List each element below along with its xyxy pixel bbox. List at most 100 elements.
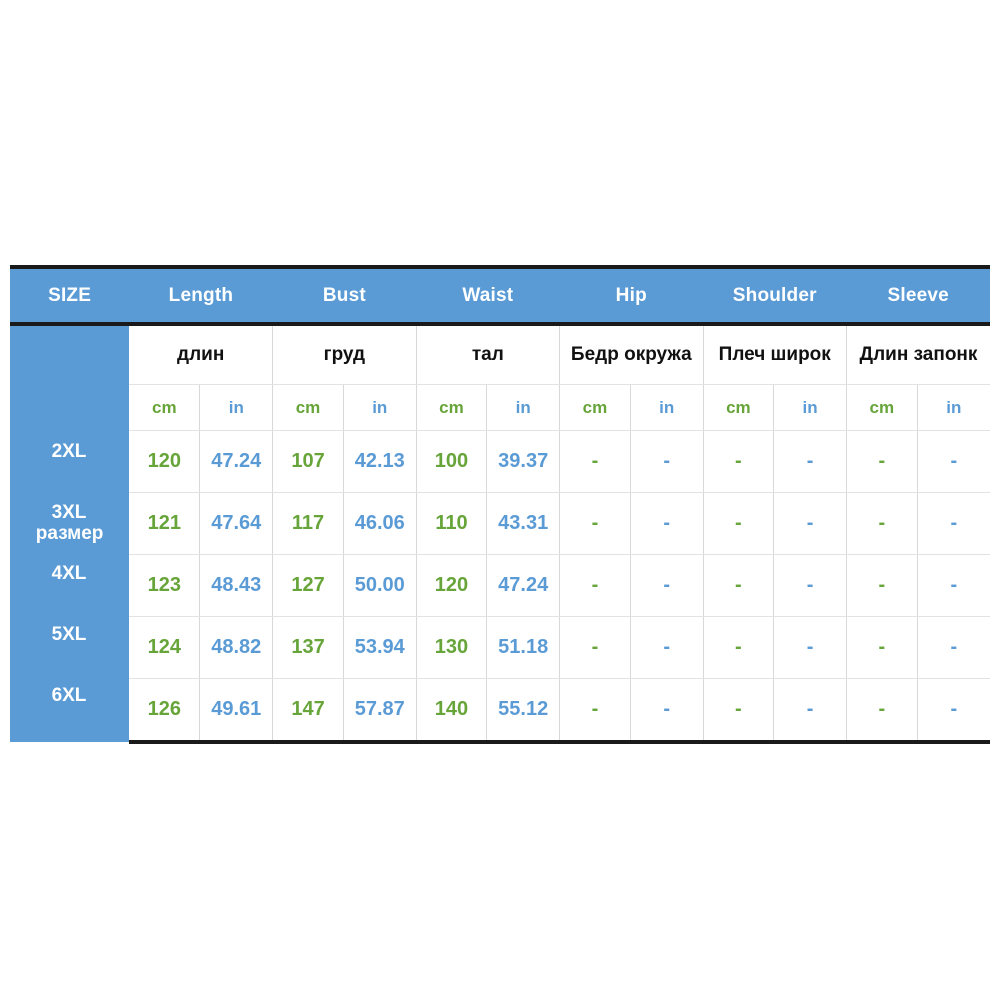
unit-cell-sleeve-in: in: [917, 384, 990, 431]
table-row: 126 49.61 147 57.87 140 55.12 - - - - - …: [10, 678, 990, 744]
cell-waist-cm: 130: [416, 616, 488, 679]
unit-cell-shoulder-in: in: [773, 384, 847, 431]
cell-waist-in: 39.37: [486, 430, 561, 493]
cell-shoulder-in: -: [773, 554, 847, 617]
cell-bust-in: 46.06: [343, 492, 417, 555]
cell-length-cm: 121: [129, 492, 201, 555]
cell-sleeve-cm: -: [846, 616, 918, 679]
cell-hip-cm: -: [559, 678, 631, 744]
size-label-6xl: 6XL: [51, 685, 87, 706]
size-chart-container: SIZE Length Bust Waist Hip Shoulder Slee…: [10, 265, 990, 744]
cell-length-cm: 126: [129, 678, 201, 744]
cell-sleeve-in: -: [917, 678, 990, 744]
cell-waist-cm: 110: [416, 492, 488, 555]
size-label-4xl: 4XL: [51, 563, 87, 584]
cell-sleeve-cm: -: [846, 430, 918, 493]
header-ru-waist: тал: [416, 324, 561, 385]
table-row: 120 47.24 107 42.13 100 39.37 - - - - - …: [10, 430, 990, 493]
header-size-label: SIZE: [10, 265, 130, 326]
cell-shoulder-in: -: [773, 492, 847, 555]
cell-bust-cm: 127: [272, 554, 344, 617]
cell-waist-in: 51.18: [486, 616, 561, 679]
header-ru-bust: груд: [272, 324, 417, 385]
header-ru-hip: Бедр окружа: [559, 324, 704, 385]
cell-length-in: 47.64: [199, 492, 274, 555]
cell-shoulder-in: -: [773, 616, 847, 679]
unit-cell-hip-cm: cm: [559, 384, 631, 431]
cell-waist-cm: 120: [416, 554, 488, 617]
header-measure-sleeve: Sleeve: [846, 265, 990, 326]
header-measure-hip: Hip: [559, 265, 704, 326]
cell-bust-cm: 137: [272, 616, 344, 679]
cell-shoulder-cm: -: [703, 492, 775, 555]
cell-hip-cm: -: [559, 616, 631, 679]
cell-length-cm: 123: [129, 554, 201, 617]
header-measure-shoulder: Shoulder: [703, 265, 847, 326]
header-ru-length: длин: [129, 324, 274, 385]
cell-hip-in: -: [630, 492, 704, 555]
unit-cell-hip-in: in: [630, 384, 704, 431]
cell-sleeve-in: -: [917, 616, 990, 679]
cell-shoulder-in: -: [773, 430, 847, 493]
cell-hip-cm: -: [559, 554, 631, 617]
cell-waist-in: 43.31: [486, 492, 561, 555]
table-row: 124 48.82 137 53.94 130 51.18 - - - - - …: [10, 616, 990, 679]
cell-length-cm: 124: [129, 616, 201, 679]
size-label-2xl: 2XL: [51, 441, 87, 462]
cell-length-in: 48.43: [199, 554, 274, 617]
cell-bust-in: 57.87: [343, 678, 417, 744]
cell-bust-in: 53.94: [343, 616, 417, 679]
cell-sleeve-in: -: [917, 492, 990, 555]
cell-hip-cm: -: [559, 492, 631, 555]
unit-cell-sleeve-cm: cm: [846, 384, 918, 431]
header-measure-length: Length: [129, 265, 273, 326]
unit-cell-length-cm: cm: [129, 384, 201, 431]
cell-length-cm: 120: [129, 430, 201, 493]
cell-length-in: 49.61: [199, 678, 274, 744]
cell-sleeve-in: -: [917, 430, 990, 493]
header-measure-waist: Waist: [416, 265, 560, 326]
unit-cell-bust-cm: cm: [272, 384, 344, 431]
cell-shoulder-cm: -: [703, 430, 775, 493]
header-row-units: cm in cm in cm in cm in cm in cm in: [10, 384, 990, 431]
cell-waist-in: 55.12: [486, 678, 561, 744]
cell-hip-in: -: [630, 430, 704, 493]
size-label-stack: 2XL 3XL 4XL 5XL 6XL: [10, 421, 128, 726]
header-row-russian: размер длин груд тал Бедр окружа Плеч ши…: [10, 324, 990, 742]
header-ru-sleeve: Длин запонк: [846, 324, 990, 385]
page-root: SIZE Length Bust Waist Hip Shoulder Slee…: [0, 0, 1000, 1000]
cell-hip-in: -: [630, 616, 704, 679]
cell-bust-in: 50.00: [343, 554, 417, 617]
size-chart-table: SIZE Length Bust Waist Hip Shoulder Slee…: [10, 265, 990, 744]
unit-cell-shoulder-cm: cm: [703, 384, 775, 431]
table-row: 121 47.64 117 46.06 110 43.31 - - - - - …: [10, 492, 990, 555]
cell-sleeve-cm: -: [846, 678, 918, 744]
cell-hip-cm: -: [559, 430, 631, 493]
cell-bust-cm: 107: [272, 430, 344, 493]
size-label-3xl: 3XL: [51, 502, 87, 523]
cell-sleeve-cm: -: [846, 492, 918, 555]
unit-cell-bust-in: in: [343, 384, 417, 431]
cell-hip-in: -: [630, 678, 704, 744]
unit-cell-length-in: in: [199, 384, 274, 431]
unit-cell-waist-cm: cm: [416, 384, 488, 431]
header-ru-shoulder: Плеч широк: [703, 324, 847, 385]
table-row: 123 48.43 127 50.00 120 47.24 - - - - - …: [10, 554, 990, 617]
unit-cell-waist-in: in: [486, 384, 561, 431]
cell-sleeve-cm: -: [846, 554, 918, 617]
cell-bust-in: 42.13: [343, 430, 417, 493]
cell-bust-cm: 147: [272, 678, 344, 744]
cell-hip-in: -: [630, 554, 704, 617]
cell-shoulder-cm: -: [703, 678, 775, 744]
header-measure-bust: Bust: [272, 265, 417, 326]
cell-shoulder-in: -: [773, 678, 847, 744]
cell-length-in: 47.24: [199, 430, 274, 493]
cell-shoulder-cm: -: [703, 554, 775, 617]
cell-sleeve-in: -: [917, 554, 990, 617]
header-row-english: SIZE Length Bust Waist Hip Shoulder Slee…: [10, 265, 990, 326]
cell-waist-in: 47.24: [486, 554, 561, 617]
cell-length-in: 48.82: [199, 616, 274, 679]
cell-bust-cm: 117: [272, 492, 344, 555]
cell-waist-cm: 140: [416, 678, 488, 744]
cell-shoulder-cm: -: [703, 616, 775, 679]
